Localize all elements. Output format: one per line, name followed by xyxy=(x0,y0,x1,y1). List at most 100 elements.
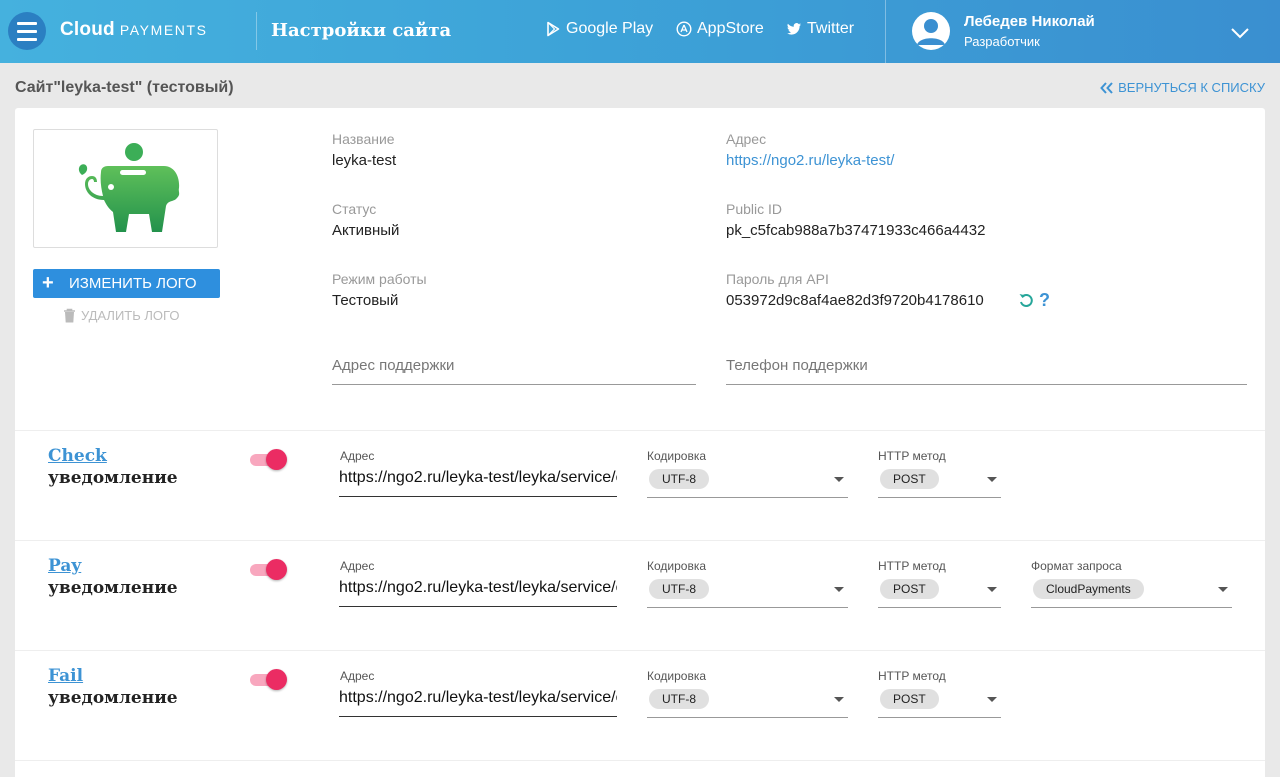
pay-http-method-select[interactable]: POST xyxy=(878,577,1001,608)
address-label: Адрес xyxy=(726,131,767,147)
dropdown-arrow-icon xyxy=(987,477,997,482)
status-value: Активный xyxy=(332,222,400,239)
twitter-label: Twitter xyxy=(807,20,855,37)
pay-address-input[interactable]: https://ngo2.ru/leyka-test/leyka/service… xyxy=(339,579,617,607)
address-field-label: Адрес xyxy=(340,669,375,683)
check-encoding-select[interactable]: UTF-8 xyxy=(647,467,848,498)
google-play-icon xyxy=(547,21,560,37)
change-logo-label: ИЗМЕНИТЬ ЛОГО xyxy=(69,275,197,292)
double-chevron-left-icon xyxy=(1100,81,1113,94)
status-label: Статус xyxy=(332,201,377,217)
encoding-label: Кодировка xyxy=(647,449,707,463)
dropdown-arrow-icon xyxy=(987,587,997,592)
pay-request-format-select[interactable]: CloudPayments xyxy=(1031,577,1232,608)
dropdown-arrow-icon xyxy=(834,587,844,592)
twitter-link[interactable]: Twitter xyxy=(786,20,854,38)
encoding-chip: UTF-8 xyxy=(649,579,709,599)
dropdown-arrow-icon xyxy=(987,697,997,702)
mode-value: Тестовый xyxy=(332,292,399,309)
appstore-icon xyxy=(676,21,692,37)
pay-notification-link[interactable]: Pay xyxy=(48,555,178,577)
chevron-down-icon[interactable] xyxy=(1230,27,1250,39)
plus-icon: + xyxy=(42,272,54,294)
notification-title: Check уведомление xyxy=(48,445,178,489)
avatar-icon xyxy=(912,12,950,50)
fail-notification-row: Fail уведомление Адрес https://ngo2.ru/l… xyxy=(15,650,1265,760)
notification-title: Pay уведомление xyxy=(48,555,178,599)
refresh-icon[interactable] xyxy=(1018,292,1035,309)
check-address-input[interactable]: https://ngo2.ru/leyka-test/leyka/service… xyxy=(339,469,617,497)
trash-icon xyxy=(64,308,75,323)
name-label: Название xyxy=(332,131,395,147)
help-icon[interactable]: ? xyxy=(1039,291,1050,309)
request-format-chip: CloudPayments xyxy=(1033,579,1144,599)
back-to-list-label: ВЕРНУТЬСЯ К СПИСКУ xyxy=(1118,80,1265,95)
pay-notification-toggle[interactable] xyxy=(250,559,288,581)
http-method-chip: POST xyxy=(880,579,939,599)
hamburger-menu-button[interactable] xyxy=(8,12,46,50)
support-address-input[interactable]: Адрес поддержки xyxy=(332,353,696,385)
check-http-method-select[interactable]: POST xyxy=(878,467,1001,498)
delete-logo-button[interactable]: УДАЛИТЬ ЛОГО xyxy=(63,308,179,323)
twitter-icon xyxy=(787,23,801,35)
next-notification-row xyxy=(15,760,1265,777)
piggy-bank-logo-icon xyxy=(78,142,179,232)
notification-title: Fail уведомление xyxy=(48,665,178,709)
fail-encoding-select[interactable]: UTF-8 xyxy=(647,687,848,718)
page-title: Настройки сайта xyxy=(271,20,452,41)
check-notification-row: Check уведомление Адрес https://ngo2.ru/… xyxy=(15,430,1265,540)
dropdown-arrow-icon xyxy=(834,477,844,482)
pay-notification-row: Pay уведомление Адрес https://ngo2.ru/le… xyxy=(15,540,1265,650)
request-format-label: Формат запроса xyxy=(1031,559,1122,573)
encoding-label: Кодировка xyxy=(647,669,707,683)
back-to-list-link[interactable]: ВЕРНУТЬСЯ К СПИСКУ xyxy=(1100,80,1265,95)
logo-main: Cloud xyxy=(60,19,115,40)
change-logo-button[interactable]: + ИЗМЕНИТЬ ЛОГО xyxy=(33,269,220,298)
appstore-label: AppStore xyxy=(697,20,764,37)
support-phone-input[interactable]: Телефон поддержки xyxy=(726,353,1247,385)
user-name: Лебедев Николай xyxy=(964,13,1095,30)
notification-subtitle: уведомление xyxy=(48,688,178,708)
appstore-link[interactable]: AppStore xyxy=(676,20,764,38)
encoding-chip: UTF-8 xyxy=(649,689,709,709)
api-password-label: Пароль для API xyxy=(726,271,829,287)
encoding-label: Кодировка xyxy=(647,559,707,573)
fail-notification-link[interactable]: Fail xyxy=(48,665,178,687)
api-password-value: 053972d9c8af4ae82d3f9720b4178610 xyxy=(726,292,984,309)
google-play-label: Google Play xyxy=(566,20,654,37)
site-title: Сайт"leyka-test" (тестовый) xyxy=(15,79,234,96)
menu-icon-line xyxy=(17,29,37,33)
dropdown-arrow-icon xyxy=(1218,587,1228,592)
cloudpayments-logo[interactable]: Cloud PAYMENTS xyxy=(60,19,208,41)
delete-logo-label: УДАЛИТЬ ЛОГО xyxy=(81,308,180,323)
name-value: leyka-test xyxy=(332,152,397,169)
http-method-chip: POST xyxy=(880,469,939,489)
api-password-actions: ? xyxy=(1018,291,1050,309)
fail-address-input[interactable]: https://ngo2.ru/leyka-test/leyka/service… xyxy=(339,689,617,717)
site-settings-card: + ИЗМЕНИТЬ ЛОГО УДАЛИТЬ ЛОГО Название le… xyxy=(15,108,1265,777)
menu-icon-line xyxy=(17,37,37,41)
http-method-label: HTTP метод xyxy=(878,449,946,463)
logo-sub: PAYMENTS xyxy=(119,22,208,38)
notification-subtitle: уведомление xyxy=(48,578,178,598)
fail-http-method-select[interactable]: POST xyxy=(878,687,1001,718)
mode-label: Режим работы xyxy=(332,271,427,287)
public-id-label: Public ID xyxy=(726,201,783,217)
http-method-chip: POST xyxy=(880,689,939,709)
address-field-label: Адрес xyxy=(340,559,375,573)
http-method-label: HTTP метод xyxy=(878,669,946,683)
top-bar: Cloud PAYMENTS Настройки сайта Google Pla… xyxy=(0,0,1280,63)
public-id-value: pk_c5fcab988a7b37471933c466a4432 xyxy=(726,222,986,239)
google-play-link[interactable]: Google Play xyxy=(545,20,653,38)
dropdown-arrow-icon xyxy=(834,697,844,702)
fail-notification-toggle[interactable] xyxy=(250,669,288,691)
http-method-label: HTTP метод xyxy=(878,559,946,573)
check-notification-toggle[interactable] xyxy=(250,449,288,471)
address-link[interactable]: https://ngo2.ru/leyka-test/ xyxy=(726,152,894,169)
encoding-chip: UTF-8 xyxy=(649,469,709,489)
user-role: Разработчик xyxy=(964,34,1040,49)
notification-subtitle: уведомление xyxy=(48,468,178,488)
check-notification-link[interactable]: Check xyxy=(48,445,178,467)
pay-encoding-select[interactable]: UTF-8 xyxy=(647,577,848,608)
menu-icon-line xyxy=(17,21,37,25)
